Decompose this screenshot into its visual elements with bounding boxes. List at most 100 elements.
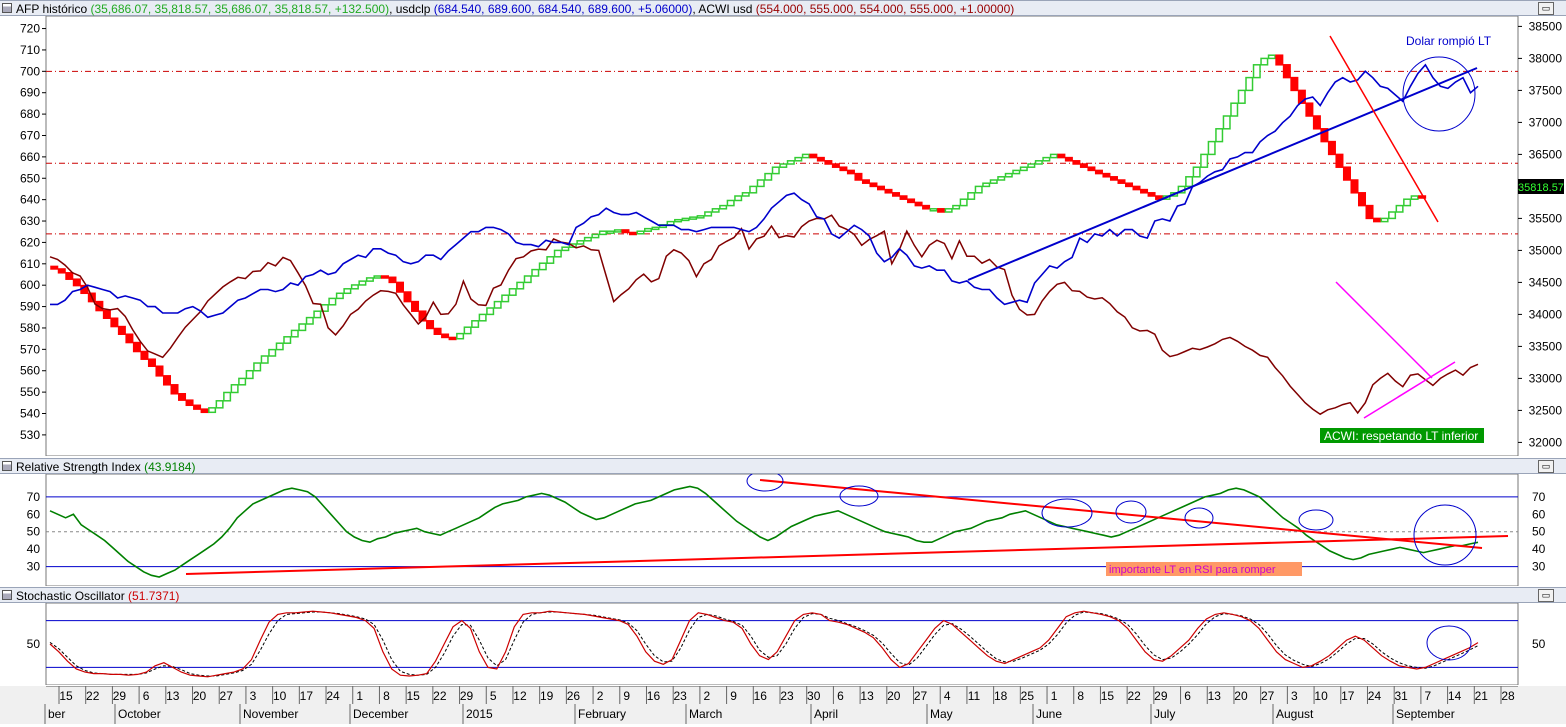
afp-down-box: [831, 163, 840, 168]
x-month-label: 2015: [466, 707, 493, 721]
afp-up-box: [486, 307, 495, 316]
x-day-label: 9: [623, 689, 630, 703]
afp-up-box: [674, 218, 683, 223]
x-day-label: 15: [406, 689, 420, 703]
x-day-label: 22: [1127, 689, 1141, 703]
afp-up-box: [1049, 153, 1058, 159]
afp-up-box: [1200, 153, 1209, 168]
afp-down-box: [892, 192, 901, 197]
right-tick-label: 37000: [1529, 115, 1563, 129]
x-day-label: 6: [837, 689, 844, 703]
afp-down-box: [1373, 217, 1382, 223]
left-tick-label: 640: [20, 193, 40, 207]
afp-up-box: [456, 332, 465, 340]
afp-up-box: [1192, 166, 1201, 178]
afp-up-box: [643, 227, 653, 232]
afp-down-box: [380, 275, 389, 279]
afp-up-box: [238, 377, 247, 386]
x-day-label: 24: [326, 689, 340, 703]
afp-down-box: [403, 291, 412, 303]
x-day-label: 23: [780, 689, 794, 703]
rsi-value: (43.9184): [144, 460, 196, 474]
left-tick-label: 580: [20, 321, 40, 335]
rsi-window-icon: [2, 461, 12, 471]
afp-down-box: [185, 399, 194, 407]
x-day-label: 20: [1234, 689, 1248, 703]
afp-up-box: [1267, 54, 1276, 60]
rsi-annotation: importante LT en RSI para romper: [1109, 564, 1276, 576]
usd-values: (684.540, 689.600, 684.540, 689.600, +5.…: [433, 2, 693, 16]
afp-down-box: [1132, 185, 1141, 191]
right-tick-label: 38000: [1529, 51, 1563, 65]
rsi-title: Relative Strength Index: [16, 460, 141, 474]
afp-down-box: [1147, 192, 1156, 197]
afp-up-box: [704, 211, 713, 217]
x-day-label: 2: [704, 689, 711, 703]
x-day-label: 22: [86, 689, 100, 703]
afp-down-box: [861, 179, 870, 184]
afp-down-box: [1282, 64, 1291, 79]
afp-down-box: [155, 365, 164, 377]
afp-up-box: [771, 166, 780, 175]
right-tick-label: 32500: [1529, 403, 1563, 417]
afp-up-box: [1222, 115, 1231, 130]
rsi-panel-title: Relative Strength Index (43.9184): [16, 460, 195, 474]
x-day-label: 5: [490, 689, 497, 703]
x-axis-svg: 15 22 29 6 13 20 27 3 10 17 24 1 8 15 22 29 5 12 19 26 2 9 16 2…: [44, 685, 1518, 724]
afp-up-box: [1388, 211, 1397, 220]
left-tick-label: 620: [20, 235, 40, 249]
afp-down-box: [899, 195, 908, 200]
afp-down-box: [1102, 172, 1111, 178]
afp-down-box: [1087, 166, 1096, 172]
stochastic-chart[interactable]: 50 50: [0, 602, 1566, 686]
afp-up-box: [223, 391, 232, 402]
price-chart[interactable]: 530 540 550 560 570 580 590 600 610 620 630 640 650 6…: [0, 15, 1566, 457]
afp-down-box: [1094, 169, 1103, 175]
left-tick-label: 700: [20, 64, 40, 78]
x-day-label: 19: [540, 689, 554, 703]
x-month-label: April: [814, 707, 838, 721]
rsi-right-tick-label: 50: [1532, 525, 1546, 539]
afp-up-box: [365, 277, 374, 282]
rsi-left-tick-label: 70: [27, 490, 41, 504]
afp-down-box: [914, 201, 923, 207]
afp-down-box: [839, 166, 848, 172]
x-day-label: 23: [674, 689, 688, 703]
afp-up-box: [373, 275, 382, 279]
afp-up-box: [1245, 76, 1254, 92]
afp-up-box: [711, 208, 720, 213]
x-day-label: 12: [513, 689, 527, 703]
afp-down-box: [1125, 182, 1134, 188]
afp-down-box: [1365, 204, 1374, 220]
afp-down-box: [125, 333, 134, 344]
afp-up-box: [726, 199, 735, 207]
maximize-button[interactable]: ▭: [1538, 2, 1554, 15]
afp-down-box: [132, 341, 141, 353]
x-day-label: 15: [1101, 689, 1115, 703]
afp-up-box: [1012, 169, 1021, 175]
stoch-panel-title: Stochastic Oscillator (51.7371): [16, 589, 179, 603]
maximize-icon: ▭: [1541, 3, 1551, 13]
rsi-chart[interactable]: 30 30 40 40 50 50 60 60 70 70 importante LT en RSI…: [0, 470, 1566, 587]
afp-up-box: [959, 198, 968, 207]
afp-up-box: [1260, 57, 1269, 66]
left-tick-label: 590: [20, 300, 40, 314]
x-day-label: 14: [1448, 689, 1462, 703]
left-tick-label: 560: [20, 364, 40, 378]
afp-up-box: [245, 369, 254, 380]
x-day-label: 6: [143, 689, 150, 703]
rsi-maximize-button[interactable]: ▭: [1538, 460, 1554, 473]
afp-down-box: [433, 327, 442, 335]
x-day-label: 13: [860, 689, 874, 703]
afp-down-box: [937, 208, 946, 213]
afp-up-box: [997, 176, 1006, 181]
x-day-label: 27: [1261, 689, 1275, 703]
x-day-label: 7: [1425, 689, 1432, 703]
x-day-label: 8: [383, 689, 390, 703]
stoch-maximize-button[interactable]: ▭: [1538, 589, 1554, 602]
x-day-label: 4: [944, 689, 951, 703]
afp-down-box: [117, 325, 126, 335]
right-tick-label: 33500: [1529, 339, 1563, 353]
price-panel-title: AFP histórico (35,686.07, 35,818.57, 35,…: [16, 2, 1015, 16]
afp-up-box: [1027, 163, 1036, 168]
